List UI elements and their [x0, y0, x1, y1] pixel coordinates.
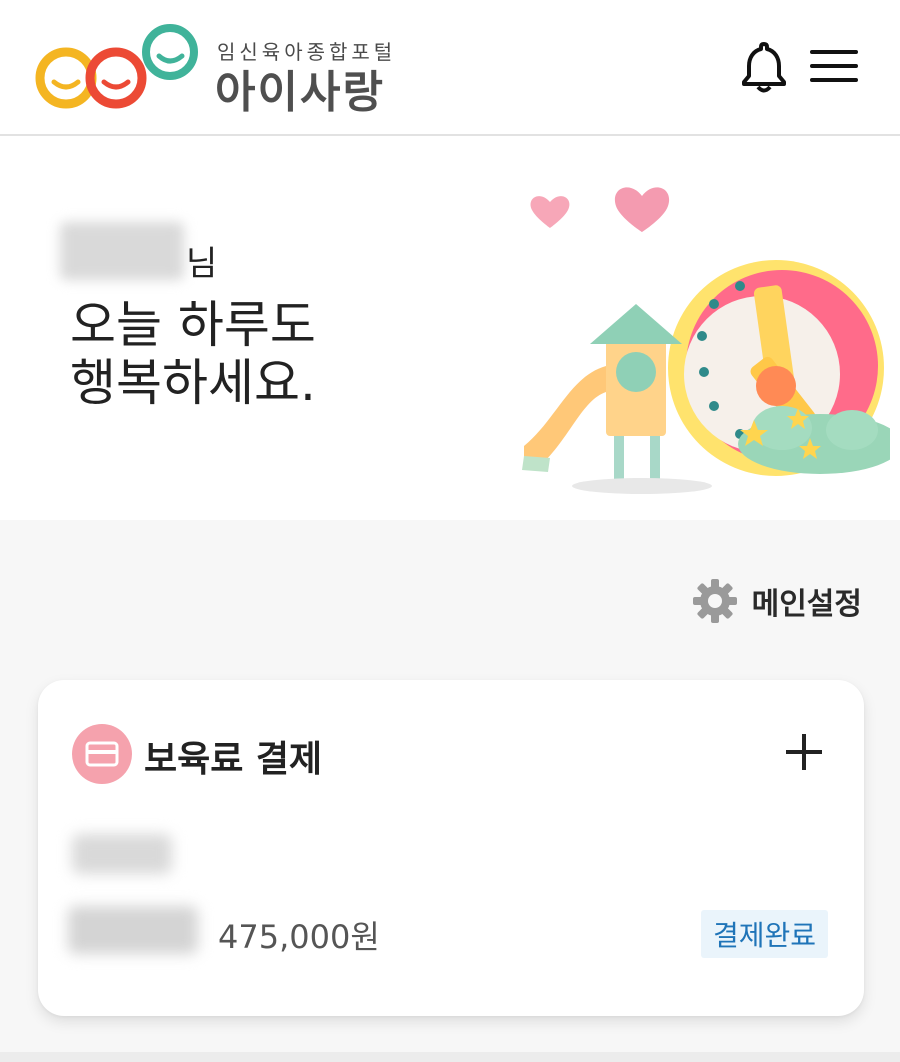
hamburger-menu-icon[interactable] [808, 46, 860, 86]
gear-icon [692, 579, 737, 623]
user-name-redacted [60, 222, 184, 280]
bell-icon[interactable] [740, 40, 788, 94]
name-suffix: 님 [186, 244, 218, 284]
payment-status-badge: 결제완료 [700, 910, 828, 958]
main-settings-label: 메인설정 [751, 587, 862, 622]
childcare-payment-card[interactable]: 보육료 결제 475,000원 결제완료 [38, 680, 864, 1016]
greeting-section: 님 오늘 하루도 행복하세요. [0, 136, 900, 520]
greeting-line-1: 오늘 하루도 [70, 296, 316, 354]
payment-amount: 475,000원 [218, 918, 380, 956]
main-settings-button[interactable]: 메인설정 [692, 578, 862, 624]
section-divider [0, 1052, 900, 1062]
playground-clock-illustration [522, 187, 890, 494]
greeting-line-2: 행복하세요. [70, 354, 316, 412]
logo-title[interactable]: 아이사랑 [215, 56, 385, 120]
payment-date-redacted [68, 906, 198, 954]
child-name-redacted [72, 834, 172, 874]
plus-icon[interactable] [784, 732, 824, 772]
app-header: 임신육아종합포털 아이사랑 [0, 0, 900, 136]
card-title: 보육료 결제 [144, 739, 323, 780]
logo-icon[interactable] [32, 22, 204, 114]
greeting-text: 오늘 하루도 행복하세요. [70, 296, 316, 412]
card-icon [72, 724, 132, 784]
